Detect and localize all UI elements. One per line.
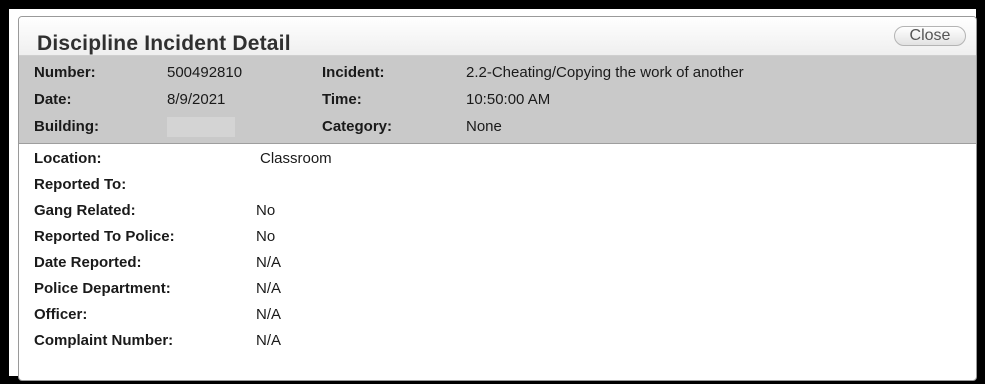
dialog-header: Discipline Incident Detail Close: [19, 17, 976, 56]
detail-label: Gang Related:: [34, 202, 136, 219]
incident-value: 2.2-Cheating/Copying the work of another: [466, 64, 744, 81]
incident-summary: Number: 500492810 Incident: 2.2-Cheating…: [19, 56, 976, 144]
number-value: 500492810: [167, 64, 243, 81]
discipline-incident-dialog: Discipline Incident Detail Close Number:…: [18, 16, 977, 381]
detail-label: Reported To:: [34, 176, 127, 193]
detail-value: No: [256, 228, 276, 245]
detail-label: Date Reported:: [34, 254, 142, 271]
detail-label: Officer:: [34, 306, 88, 323]
number-label: Number:: [34, 64, 96, 81]
detail-value: N/A: [256, 332, 282, 349]
detail-label: Location:: [34, 150, 102, 167]
detail-value: N/A: [256, 254, 282, 271]
detail-row-date-reported: Date Reported: N/A: [34, 254, 934, 276]
detail-value: Classroom: [260, 150, 332, 167]
building-label: Building:: [34, 118, 99, 135]
detail-label: Reported To Police:: [34, 228, 175, 245]
category-label: Category:: [322, 118, 393, 135]
date-label: Date:: [34, 91, 72, 108]
detail-row-complaint-number: Complaint Number: N/A: [34, 332, 934, 354]
detail-label: Complaint Number:: [34, 332, 174, 349]
building-value-redacted: [167, 117, 235, 137]
detail-row-reported-to: Reported To:: [34, 176, 934, 198]
detail-value: No: [256, 202, 276, 219]
detail-row-gang-related: Gang Related: No: [34, 202, 934, 224]
time-value: 10:50:00 AM: [466, 91, 551, 108]
detail-label: Police Department:: [34, 280, 171, 297]
category-value: None: [466, 118, 502, 135]
close-button[interactable]: Close: [894, 26, 966, 46]
dialog-title: Discipline Incident Detail: [37, 32, 291, 55]
detail-row-reported-to-police: Reported To Police: No: [34, 228, 934, 250]
detail-value: N/A: [256, 280, 282, 297]
detail-row-location: Location: Classroom: [34, 150, 934, 172]
incident-label: Incident:: [322, 64, 385, 81]
detail-row-police-department: Police Department: N/A: [34, 280, 934, 302]
detail-row-officer: Officer: N/A: [34, 306, 934, 328]
time-label: Time:: [322, 91, 362, 108]
detail-value: N/A: [256, 306, 282, 323]
date-value: 8/9/2021: [167, 91, 226, 108]
